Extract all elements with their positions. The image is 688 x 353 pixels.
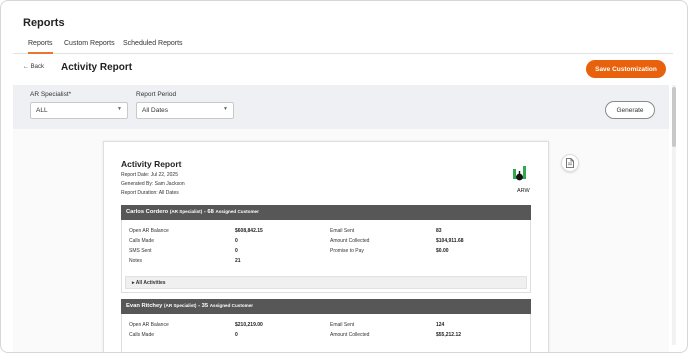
stat-label: Amount Collected (330, 332, 370, 338)
specialist-value: ALL (36, 107, 48, 114)
stat-value: $104,911.68 (436, 238, 464, 244)
stat-label: Amount Collected (330, 238, 370, 244)
document-icon (566, 158, 574, 168)
download-pdf-button[interactable] (561, 154, 579, 172)
generate-button[interactable]: Generate (605, 101, 655, 119)
stat-value: 83 (436, 228, 442, 234)
page-title: Activity Report (61, 62, 133, 73)
tab-scheduled-reports[interactable]: Scheduled Reports (123, 40, 183, 54)
stat-label: Notes (129, 258, 143, 264)
section-header: Carlos Cordero (AR Specialist) - 68 Assi… (121, 205, 531, 220)
back-link[interactable]: ← Back (23, 64, 44, 70)
section-body (121, 314, 531, 352)
stat-label: Open AR Balance (129, 322, 169, 328)
assigned-label: Assigned Customer (209, 303, 254, 308)
report-duration: Report Duration: All Dates (121, 190, 179, 196)
arw-logo-icon (513, 166, 526, 181)
stat-label: Open AR Balance (129, 228, 169, 234)
arrow-left-icon: ← (23, 64, 29, 70)
stat-label: Calls Made (129, 332, 155, 338)
stat-value: 124 (436, 322, 445, 328)
stat-value: $608,842.15 (235, 228, 263, 234)
app-title: Reports (23, 17, 65, 29)
stat-value: $0.00 (436, 248, 449, 254)
period-value: All Dates (142, 107, 169, 114)
logo-text: ARW (517, 188, 530, 194)
period-label: Report Period (136, 91, 177, 98)
report-date: Report Date: Jul 22, 2025 (121, 172, 178, 178)
stat-label: Email Sent (330, 228, 355, 234)
all-activities-toggle[interactable]: ▸ All Activities (125, 276, 527, 289)
stat-label: Email Sent (330, 322, 355, 328)
stat-label: Calls Made (129, 238, 155, 244)
caret-right-icon: ▸ (132, 280, 135, 286)
specialist-name: Carlos Cordero (126, 209, 169, 215)
specialist-label: AR Specialist* (30, 91, 72, 98)
stat-value: $55,212.12 (436, 332, 462, 338)
specialist-role: (AR Specialist) (164, 303, 197, 308)
chevron-down-icon: ▼ (223, 106, 228, 112)
assigned-label: Assigned Customer (215, 209, 259, 214)
stat-label: SMS Sent (129, 248, 152, 254)
specialist-name: Evan Ritchey (126, 303, 163, 309)
app-window: Reports Reports Custom Reports Scheduled… (0, 0, 688, 353)
all-activities-label: All Activities (135, 280, 166, 286)
report-title: Activity Report (121, 159, 182, 169)
stat-value: 0 (235, 332, 238, 338)
stat-value: 0 (235, 238, 238, 244)
section-header: Evan Ritchey (AR Specialist) - 35 Assign… (121, 299, 531, 314)
back-label: Back (30, 64, 45, 70)
customer-count: - 68 (203, 209, 214, 215)
scrollbar-thumb[interactable] (672, 87, 676, 147)
stat-value: $210,219.00 (235, 322, 263, 328)
report-generated-by: Generated By: Sam Jackson (121, 181, 185, 187)
chevron-down-icon: ▼ (117, 106, 122, 112)
save-customization-button[interactable]: Save Customization (586, 60, 666, 78)
stat-value: 0 (235, 248, 238, 254)
tab-reports[interactable]: Reports (28, 40, 53, 54)
stat-label: Promise to Pay (330, 248, 364, 254)
specialist-select[interactable]: ALL ▼ (30, 102, 128, 119)
stat-value: 21 (235, 258, 241, 264)
tab-custom-reports[interactable]: Custom Reports (64, 40, 115, 54)
report-tabs: Reports Custom Reports Scheduled Reports (13, 35, 673, 54)
customer-count: - 35 (198, 303, 209, 309)
period-select[interactable]: All Dates ▼ (136, 102, 234, 119)
specialist-role: (AR Specialist) (169, 209, 203, 214)
